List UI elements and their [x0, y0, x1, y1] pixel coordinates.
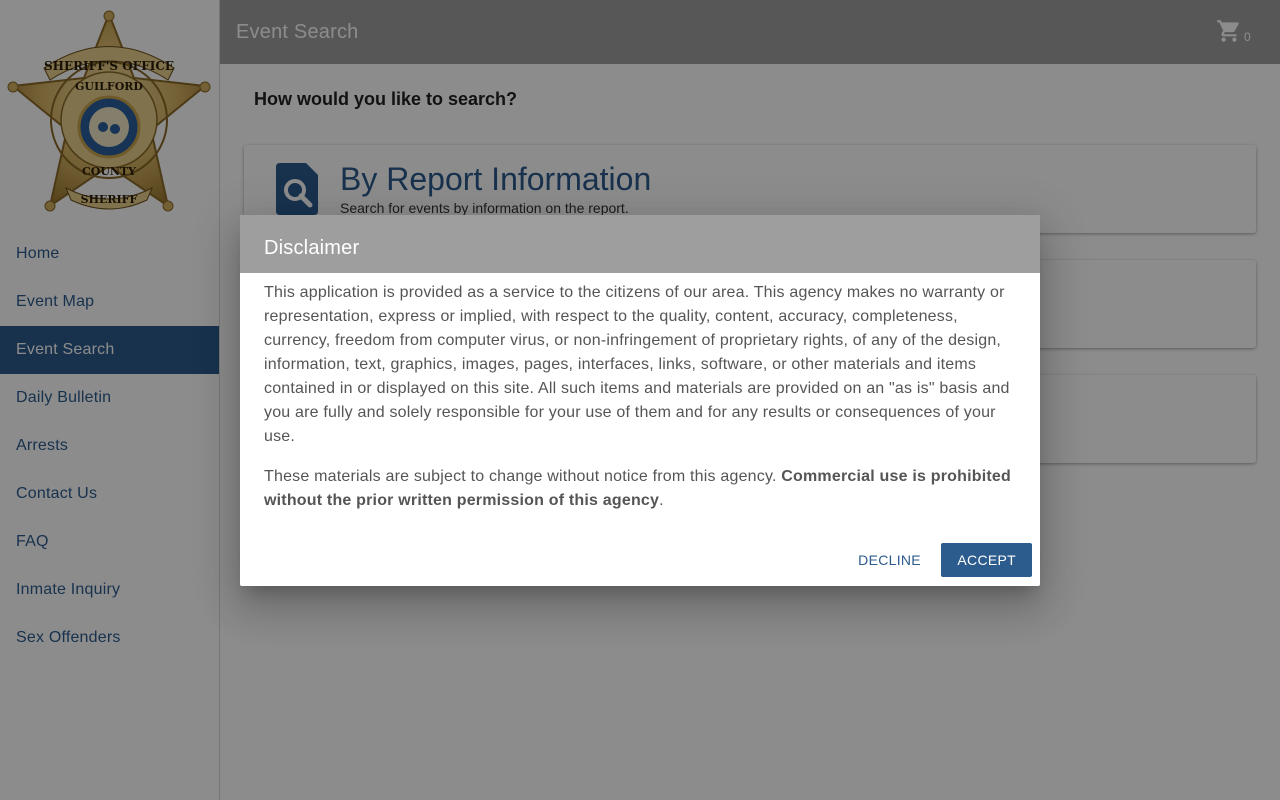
disclaimer-dialog: Disclaimer This application is provided …	[240, 215, 1040, 586]
decline-button[interactable]: Decline	[842, 543, 937, 577]
dialog-title: Disclaimer	[240, 215, 1040, 273]
accept-button[interactable]: Accept	[941, 543, 1032, 577]
disclaimer-paragraph: This application is provided as a servic…	[264, 284, 1010, 445]
notice-text: These materials are subject to change wi…	[264, 468, 782, 485]
dialog-actions: Decline Accept	[842, 543, 1032, 577]
disclaimer-notice: These materials are subject to change wi…	[264, 465, 1016, 513]
dialog-body: This application is provided as a servic…	[240, 273, 1040, 513]
notice-period: .	[659, 492, 664, 509]
